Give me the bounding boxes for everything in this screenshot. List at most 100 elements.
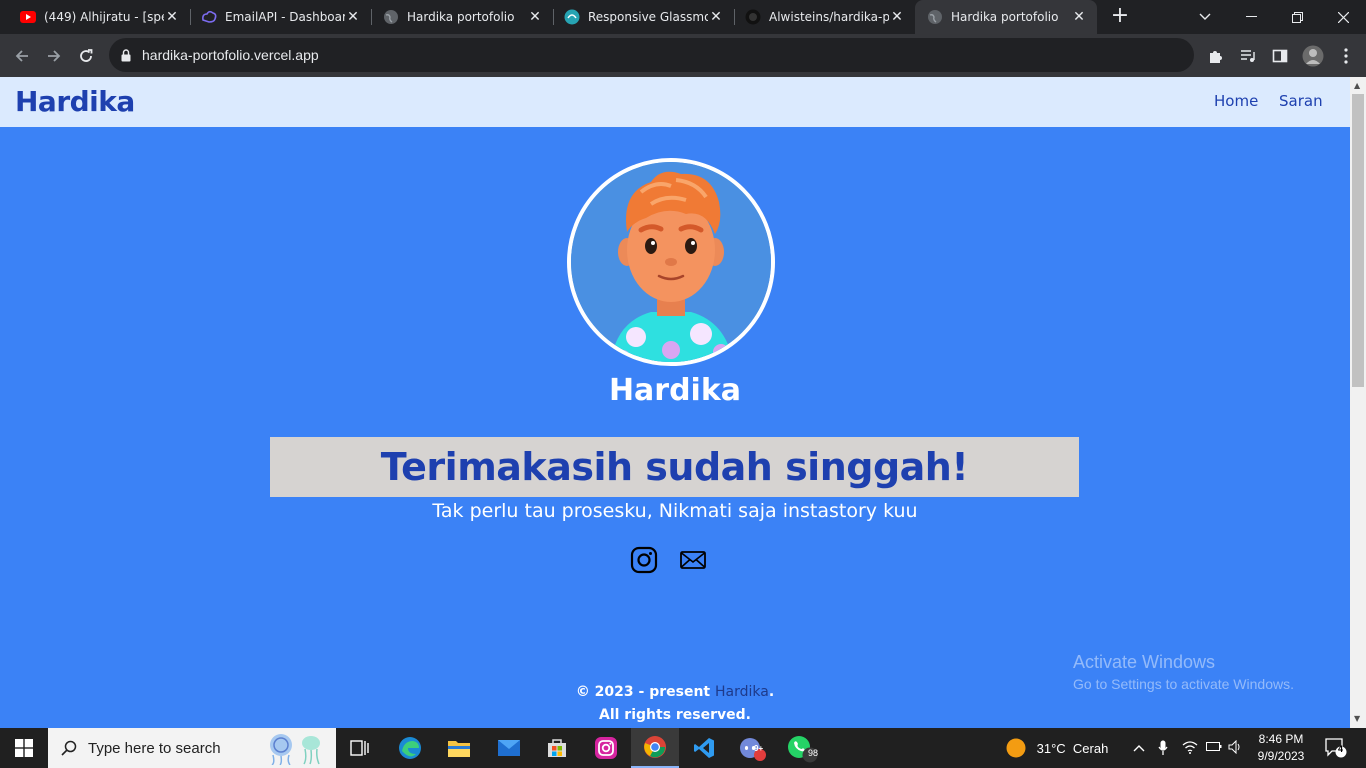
jellyfish-search-highlight-icon <box>270 734 320 765</box>
vscode-icon <box>694 738 714 758</box>
tab-hardika-1[interactable]: Hardika portofolio ✕ <box>363 0 553 34</box>
scroll-up-icon[interactable]: ▲ <box>1354 81 1360 90</box>
back-button[interactable] <box>8 42 36 70</box>
folder-icon <box>448 741 470 757</box>
close-icon[interactable]: ✕ <box>527 9 543 25</box>
notification-icon <box>1325 738 1347 758</box>
page-scrollbar[interactable]: ▲ ▼ <box>1350 77 1366 728</box>
task-view-button[interactable] <box>336 728 384 768</box>
whatsapp-app[interactable]: 98 <box>778 728 826 768</box>
nav-home-link[interactable]: Home <box>1214 92 1258 110</box>
footer-suffix: . <box>768 684 775 700</box>
playlist-icon <box>1241 50 1255 62</box>
mail-icon <box>680 551 706 569</box>
file-explorer-app[interactable] <box>435 728 483 768</box>
microphone-icon <box>1158 740 1168 755</box>
battery-button[interactable] <box>1206 740 1222 755</box>
welcome-banner: Terimakasih sudah singgah! <box>270 437 1079 497</box>
avatar <box>1302 45 1324 67</box>
url-text: hardika-portofolio.vercel.app <box>142 47 319 63</box>
taskbar-search[interactable]: Type here to search <box>48 728 336 768</box>
close-window-button[interactable] <box>1320 0 1366 34</box>
mail-app-icon <box>498 740 520 756</box>
tab-hardika-active[interactable]: Hardika portofolio ✕ <box>915 0 1097 34</box>
activate-windows-title: Activate Windows <box>1073 652 1216 672</box>
address-bar[interactable]: hardika-portofolio.vercel.app <box>109 38 1194 72</box>
tab-search-button[interactable] <box>1182 0 1228 34</box>
restore-button[interactable] <box>1274 0 1320 34</box>
youtube-icon <box>20 9 36 25</box>
weather-widget[interactable]: 31°C Cerah <box>1006 738 1108 758</box>
close-icon[interactable]: ✕ <box>1071 9 1087 25</box>
chrome-app[interactable] <box>631 728 679 768</box>
tab-glassmorphism[interactable]: Responsive Glassmorp ✕ <box>544 0 734 34</box>
volume-button[interactable] <box>1228 739 1242 757</box>
emailapi-icon <box>201 9 217 25</box>
close-icon[interactable]: ✕ <box>708 9 724 25</box>
site-navbar: Hardika Home Saran <box>0 77 1350 127</box>
tab-title: Hardika portofolio <box>407 10 515 24</box>
close-icon[interactable]: ✕ <box>164 9 180 25</box>
clock-date: 9/9/2023 <box>1257 749 1305 763</box>
taskbar-clock[interactable]: 8:46 PM 9/9/2023 <box>1246 731 1316 765</box>
vscode-app[interactable] <box>680 728 728 768</box>
new-tab-button[interactable]: + <box>1108 5 1132 29</box>
menu-button[interactable] <box>1332 42 1360 70</box>
mail-app[interactable] <box>485 728 533 768</box>
microphone-button[interactable] <box>1158 740 1168 759</box>
instagram-app[interactable] <box>582 728 630 768</box>
network-button[interactable] <box>1182 740 1198 757</box>
instagram-icon <box>630 546 658 574</box>
battery-icon <box>1206 742 1222 751</box>
edge-app[interactable] <box>386 728 434 768</box>
task-view-icon <box>350 740 369 756</box>
tab-github[interactable]: Alwisteins/hardika-po ✕ <box>725 0 915 34</box>
tab-title: Hardika portofolio <box>951 10 1059 24</box>
side-panel-button[interactable] <box>1266 42 1294 70</box>
close-icon[interactable]: ✕ <box>345 9 361 25</box>
chevron-up-icon <box>1133 745 1145 752</box>
instagram-app-icon <box>595 737 617 759</box>
minimize-button[interactable] <box>1228 0 1274 34</box>
media-button[interactable] <box>1234 42 1262 70</box>
reload-button[interactable] <box>72 42 100 70</box>
notifications-button[interactable]: 4 <box>1325 738 1347 761</box>
footer-prefix: © 2023 - present <box>575 684 715 700</box>
close-icon[interactable]: ✕ <box>889 9 905 25</box>
scroll-down-icon[interactable]: ▼ <box>1354 714 1360 723</box>
store-app[interactable] <box>533 728 581 768</box>
tab-youtube[interactable]: (449) Alhijratu - [speed ✕ <box>0 0 190 34</box>
email-link[interactable] <box>679 546 707 574</box>
start-button[interactable] <box>0 728 48 768</box>
discord-icon <box>740 738 766 761</box>
tab-emailapi[interactable]: EmailAPI - Dashboard ✕ <box>181 0 371 34</box>
globe-icon <box>927 9 943 25</box>
instagram-link[interactable] <box>630 546 658 574</box>
lock-icon <box>121 47 131 66</box>
close-icon <box>1337 11 1349 23</box>
weather-text: 31°C Cerah <box>1036 740 1109 756</box>
nav-saran-link[interactable]: Saran <box>1279 92 1323 110</box>
forward-button[interactable] <box>40 42 68 70</box>
show-hidden-icons-button[interactable] <box>1133 740 1145 755</box>
clock-time: 8:46 PM <box>1258 732 1304 746</box>
profile-button[interactable] <box>1299 42 1327 70</box>
windows-logo-icon <box>15 739 33 757</box>
footer-rights: All rights reserved. <box>599 707 751 723</box>
whatsapp-badge: 98 <box>808 748 819 758</box>
site-brand[interactable]: Hardika <box>15 85 135 118</box>
arrow-left-icon <box>15 50 28 62</box>
cartoon-avatar-image <box>571 162 771 362</box>
tab-title: Alwisteins/hardika-po <box>769 10 889 24</box>
codepen-icon <box>564 9 580 25</box>
windows-taskbar: Type here to search 9+ 98 31°C Cerah 8:4… <box>0 728 1366 768</box>
extensions-button[interactable] <box>1202 42 1230 70</box>
search-icon <box>61 740 77 756</box>
minimize-icon <box>1245 16 1257 17</box>
footer-brand-link[interactable]: Hardika <box>715 684 769 700</box>
scrollbar-thumb[interactable] <box>1352 94 1364 387</box>
discord-app[interactable]: 9+ <box>729 728 777 768</box>
profile-name: Hardika <box>608 373 742 408</box>
profile-avatar <box>567 158 775 366</box>
edge-icon <box>399 737 421 759</box>
